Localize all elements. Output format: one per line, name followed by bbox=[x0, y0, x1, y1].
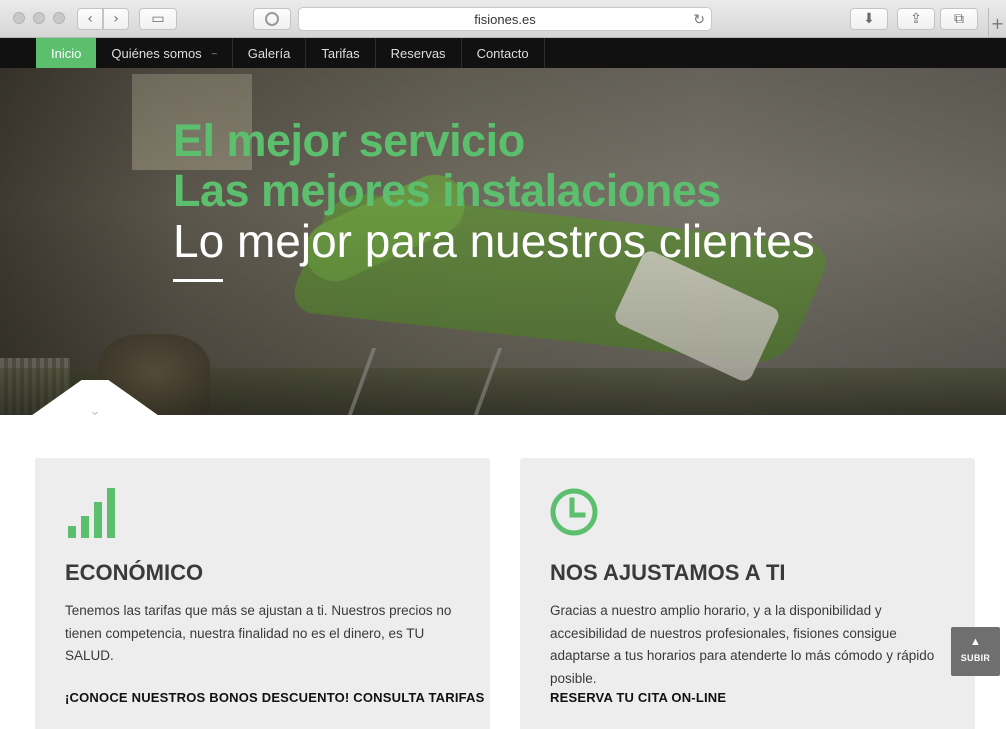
feature-card-economico: ECONÓMICO Tenemos las tarifas que más se… bbox=[35, 458, 490, 729]
chevron-right-icon: › bbox=[113, 11, 119, 27]
tabs-overview-button[interactable]: ⧉ bbox=[940, 8, 978, 30]
zoom-window-button[interactable] bbox=[53, 12, 65, 24]
nav-item-contacto[interactable]: Contacto bbox=[462, 38, 545, 68]
feature-text: Tenemos las tarifas que más se ajustan a… bbox=[65, 603, 452, 663]
plus-icon: + bbox=[990, 13, 1005, 33]
tarifas-link[interactable]: ¡CONOCE NUESTROS BONOS DESCUENTO! CONSUL… bbox=[65, 690, 485, 705]
reload-icon[interactable]: ↻ bbox=[693, 11, 705, 28]
nav-item-label: Quiénes somos bbox=[111, 45, 202, 61]
share-icon: ⇪ bbox=[910, 11, 922, 27]
nav-item-quienes-somos[interactable]: Quiénes somos – bbox=[96, 38, 233, 68]
extension-icon bbox=[265, 12, 279, 26]
browser-toolbar: ‹ › ▭ fisiones.es ↻ ⬇ ⇪ ⧉ + bbox=[0, 0, 1006, 38]
signal-bars-icon bbox=[68, 486, 118, 538]
nav-item-reservas[interactable]: Reservas bbox=[376, 38, 462, 68]
downloads-button[interactable]: ⬇ bbox=[850, 8, 888, 30]
chevron-left-icon: ‹ bbox=[87, 11, 93, 27]
hero-heading-line2: Las mejores instalaciones bbox=[173, 165, 721, 216]
nav-item-galeria[interactable]: Galería bbox=[233, 38, 307, 68]
hero-banner: El mejor servicio Las mejores instalacio… bbox=[0, 68, 1006, 415]
feature-card-horario: NOS AJUSTAMOS A TI Gracias a nuestro amp… bbox=[520, 458, 975, 729]
nav-item-label: Galería bbox=[247, 45, 291, 61]
close-window-button[interactable] bbox=[13, 12, 25, 24]
nav-item-inicio[interactable]: Inicio bbox=[36, 38, 97, 68]
nav-item-label: Reservas bbox=[390, 45, 446, 61]
minimize-window-button[interactable] bbox=[33, 12, 45, 24]
hero-divider bbox=[173, 279, 223, 282]
new-tab-button[interactable]: + bbox=[988, 8, 1006, 38]
reserva-link[interactable]: RESERVA TU CITA ON-LINE bbox=[550, 690, 726, 705]
nav-item-label: Contacto bbox=[476, 45, 529, 61]
tabs-icon: ⧉ bbox=[954, 11, 964, 27]
nav-item-label: Tarifas bbox=[321, 45, 360, 61]
sidebar-icon: ▭ bbox=[151, 11, 165, 27]
feature-text: Gracias a nuestro amplio horario, y a la… bbox=[550, 603, 935, 686]
submenu-indicator-icon: – bbox=[211, 48, 217, 58]
scroll-top-label: SUBIR bbox=[960, 653, 991, 663]
main-nav: Inicio Quiénes somos – Galería Tarifas Reserv… bbox=[0, 38, 1006, 68]
feature-title: NOS AJUSTAMOS A TI bbox=[550, 560, 786, 585]
scroll-top-button[interactable]: ▲ SUBIR bbox=[951, 627, 1000, 676]
download-icon: ⬇ bbox=[863, 11, 875, 27]
extension-button[interactable] bbox=[253, 8, 291, 30]
address-bar[interactable]: fisiones.es ↻ bbox=[298, 7, 712, 31]
nav-item-label: Inicio bbox=[51, 45, 82, 61]
chevron-up-icon: ▲ bbox=[970, 636, 981, 648]
clock-icon bbox=[550, 488, 598, 536]
nav-list: Inicio Quiénes somos – Galería Tarifas Reserv… bbox=[36, 38, 545, 68]
sidebar-toggle-button[interactable]: ▭ bbox=[139, 8, 177, 30]
hero-heading-line1: El mejor servicio bbox=[173, 115, 525, 166]
back-button[interactable]: ‹ bbox=[77, 8, 103, 30]
url-text: fisiones.es bbox=[474, 11, 536, 27]
forward-button[interactable]: › bbox=[103, 8, 129, 30]
chevron-down-icon[interactable]: ⌄ bbox=[85, 403, 105, 415]
nav-item-tarifas[interactable]: Tarifas bbox=[306, 38, 376, 68]
feature-title: ECONÓMICO bbox=[65, 560, 204, 585]
share-button[interactable]: ⇪ bbox=[897, 8, 935, 30]
hero-heading-line3: Lo mejor para nuestros clientes bbox=[173, 215, 815, 267]
